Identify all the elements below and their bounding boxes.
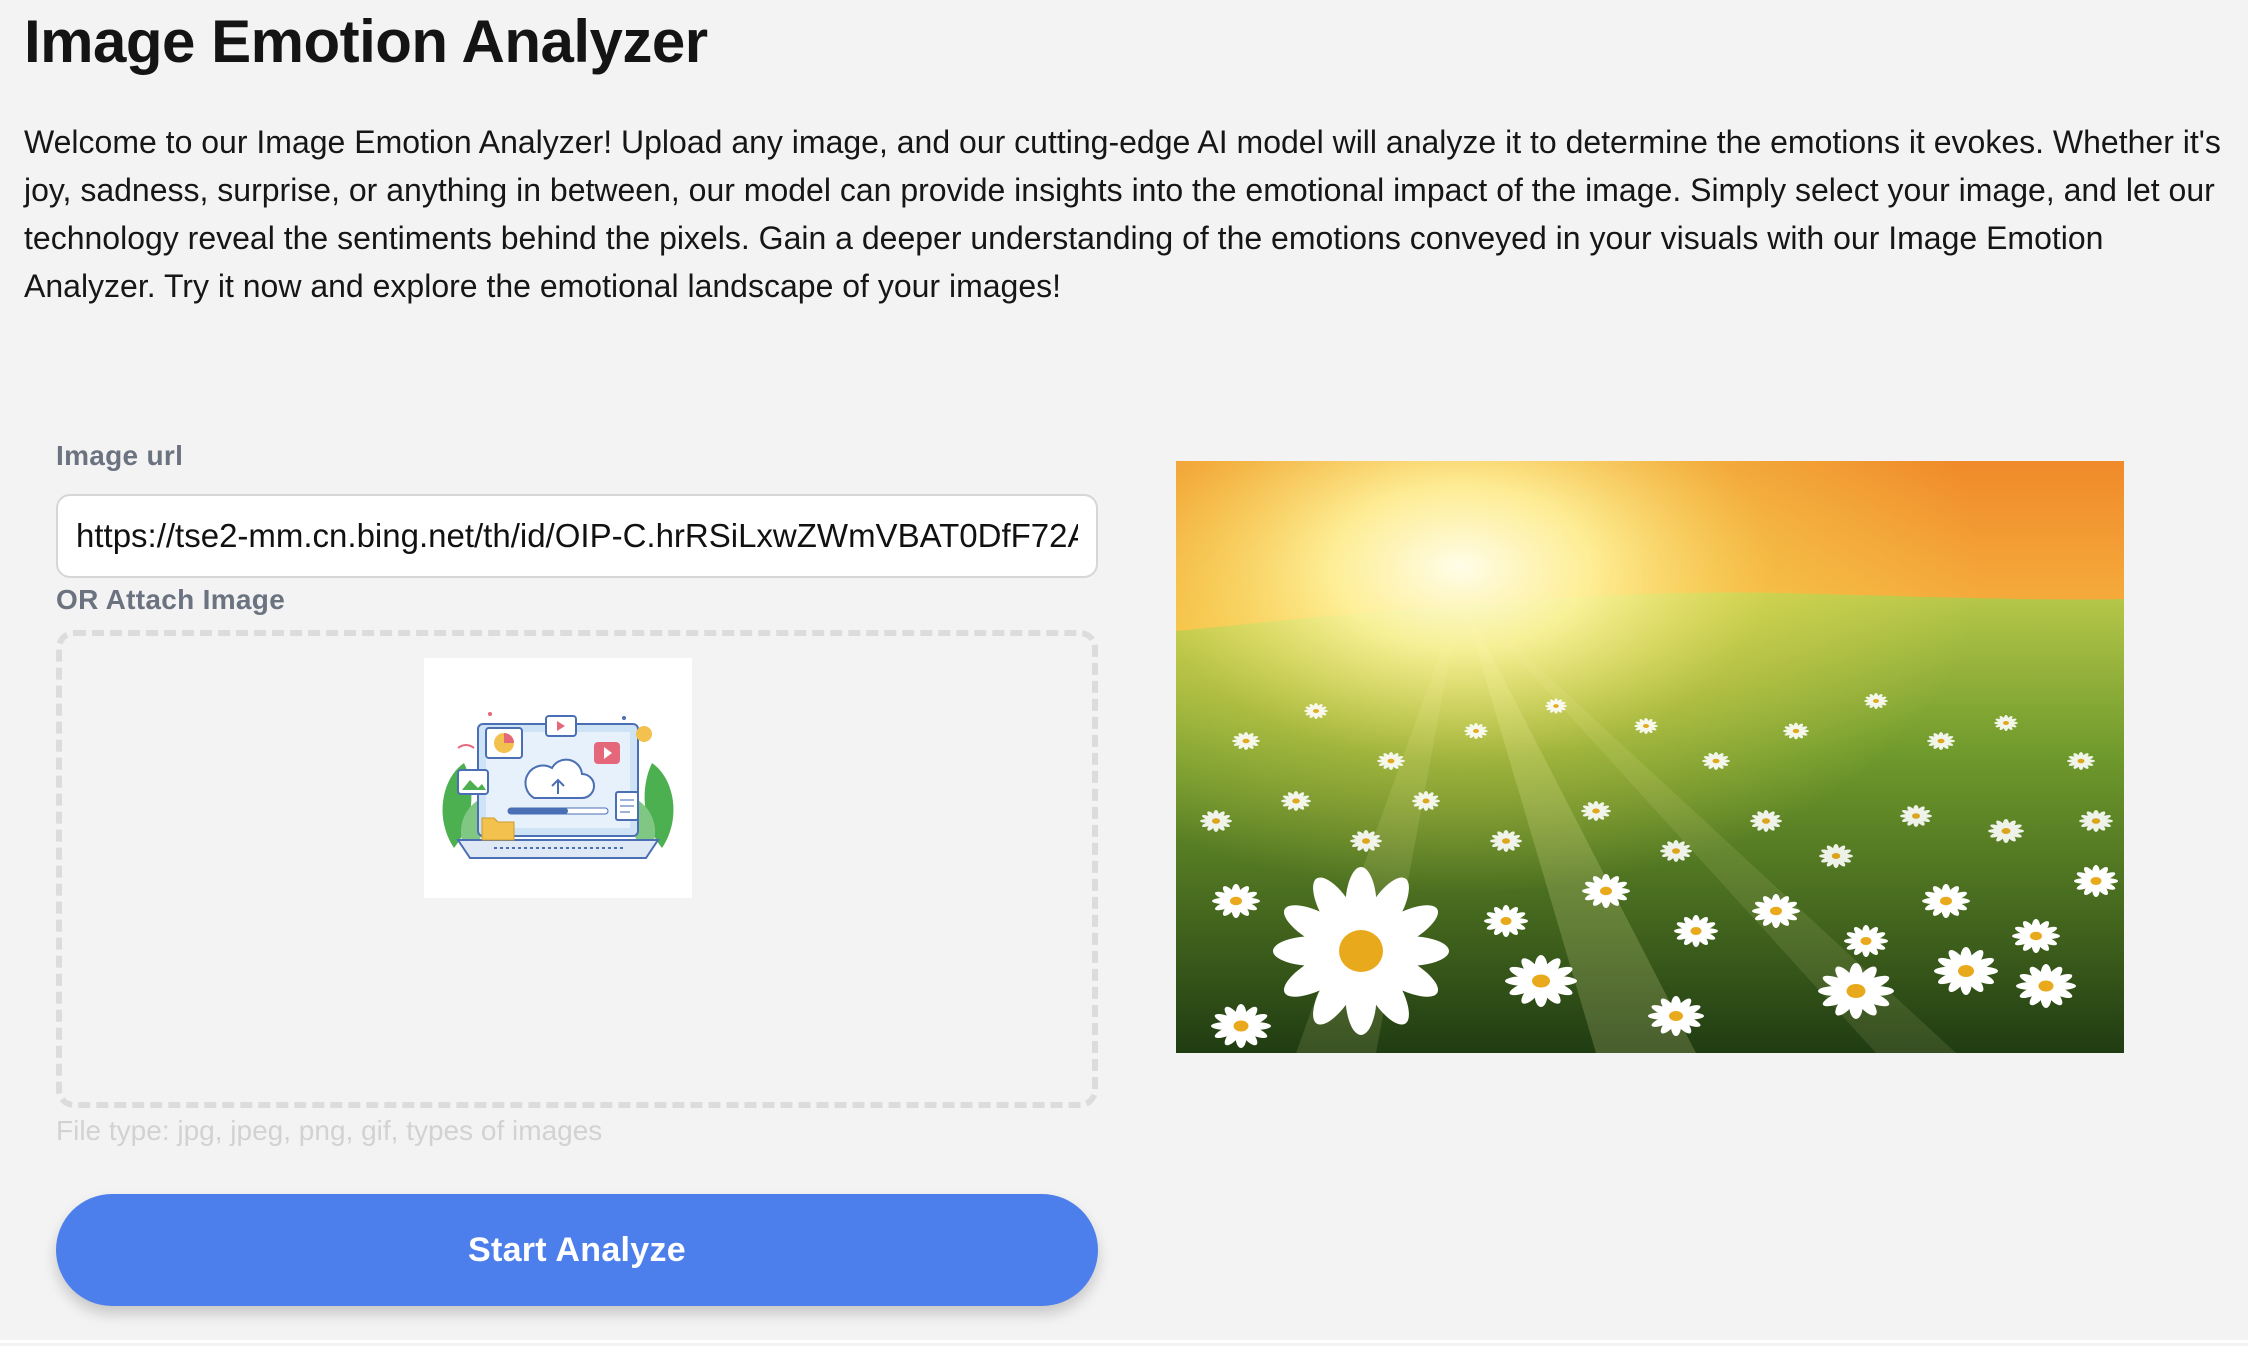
intro-paragraph: Welcome to our Image Emotion Analyzer! U… <box>24 124 2221 304</box>
image-dropzone[interactable] <box>56 630 1098 1108</box>
image-preview <box>1176 461 2124 1053</box>
file-type-hint: File type: jpg, jpeg, png, gif, types of… <box>56 1115 603 1146</box>
image-url-label: Image url <box>56 440 184 471</box>
start-analyze-button[interactable]: Start Analyze <box>56 1194 1098 1306</box>
analyze-form: Image url OR Attach Image <box>56 436 1098 1306</box>
image-url-input[interactable] <box>56 494 1098 578</box>
bottom-divider <box>0 1340 2248 1343</box>
daisy-field-photo-icon <box>1176 461 2124 1053</box>
attach-image-label: OR Attach Image <box>56 584 286 615</box>
page-title: Image Emotion Analyzer <box>24 8 708 75</box>
upload-illustration-icon <box>424 658 692 898</box>
